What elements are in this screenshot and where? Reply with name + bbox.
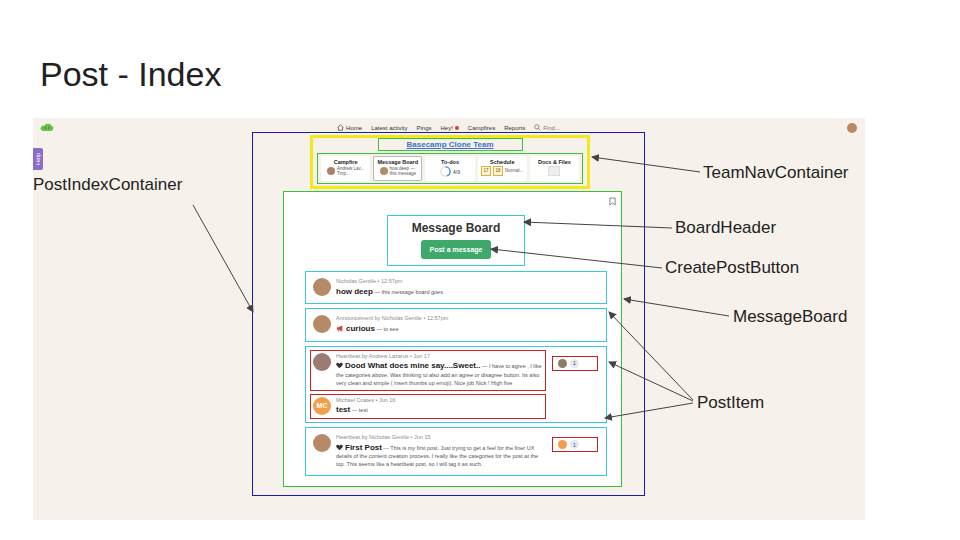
avatar: MC: [313, 397, 331, 415]
home-icon: [337, 124, 344, 131]
heart-icon: [336, 362, 343, 369]
post-item[interactable]: Nicholas Gentile • 12:57pmhow deep — thi…: [305, 271, 607, 304]
heart-icon: [336, 444, 343, 451]
nav-item[interactable]: Hey!: [441, 125, 459, 131]
nav-item[interactable]: Pings: [416, 125, 431, 131]
slide: Post - Index Home Latest activity Pings Hey!…: [0, 0, 960, 540]
nav-item[interactable]: Campfires: [468, 125, 495, 131]
avatar: [558, 359, 567, 368]
logo-icon[interactable]: [40, 122, 54, 133]
day-tile: 17: [481, 166, 491, 176]
responses-badge[interactable]: 1: [552, 356, 598, 371]
avatar: [313, 315, 331, 333]
tool-card[interactable]: CampfireAndrew Lav...Tmp...: [321, 156, 370, 181]
document-thumbnail: [548, 166, 560, 176]
avatar: [380, 167, 388, 175]
post-item[interactable]: Announcement by Nicholas Gentile • 12:57…: [305, 308, 607, 341]
arrow: [524, 222, 672, 228]
bookmark-icon[interactable]: [609, 197, 616, 206]
arrow: [491, 249, 662, 268]
team-title[interactable]: Basecamp Clone Team: [378, 138, 523, 151]
post-item[interactable]: Heartbeat by Andrew Lazarus • Jun 17Dood…: [305, 346, 607, 424]
nav-item[interactable]: Reports: [504, 125, 525, 131]
arrow: [592, 157, 700, 172]
post-index-container: Basecamp Clone Team CampfireAndrew Lav...…: [252, 132, 645, 496]
help-tab[interactable]: Help: [33, 148, 43, 170]
annotation-label: CreatePostButton: [665, 258, 799, 278]
arrow: [624, 299, 729, 316]
post-list: Nicholas Gentile • 12:57pmhow deep — thi…: [305, 271, 607, 476]
avatar: [327, 167, 335, 175]
post-item[interactable]: Heartbeat by Nicholas Gentile • Jun 15Fi…: [305, 427, 607, 476]
tool-card[interactable]: Docs & Files: [530, 156, 579, 181]
megaphone-icon: [336, 325, 344, 332]
nav-item[interactable]: Find...: [534, 124, 560, 131]
avatar: [313, 434, 331, 452]
annotation-label: PostItem: [697, 393, 764, 413]
nav-item[interactable]: Latest activity: [371, 125, 407, 131]
avatar: [313, 278, 331, 296]
day-tile: 18: [493, 166, 503, 176]
arrow: [193, 205, 253, 312]
slide-title: Post - Index: [40, 54, 221, 95]
nav-item[interactable]: Home: [337, 124, 362, 131]
team-tools: CampfireAndrew Lav...Tmp...Message Board…: [317, 153, 583, 184]
arrow: [609, 312, 693, 400]
tool-card[interactable]: Message Boardhow deep —this message: [373, 156, 422, 181]
top-nav: Home Latest activity Pings Hey! Campfires Rep…: [33, 118, 865, 132]
annotation-label: TeamNavContainer: [703, 163, 849, 183]
create-post-button[interactable]: Post a message: [421, 240, 492, 259]
message-board: Message BoardPost a message Nicholas Gent…: [283, 191, 622, 487]
board-header: Message BoardPost a message: [387, 215, 525, 266]
team-nav-container: Basecamp Clone Team CampfireAndrew Lav...…: [310, 135, 590, 189]
annotation-label: BoardHeader: [675, 218, 776, 238]
search-icon: [534, 124, 541, 131]
user-avatar[interactable]: [847, 123, 857, 133]
avatar: [313, 353, 331, 371]
annotation-arrows: [0, 0, 960, 540]
arrow: [609, 362, 693, 401]
responses-badge[interactable]: 1: [552, 437, 598, 452]
progress-ring-icon: [440, 166, 451, 177]
annotation-label: PostIndexContainer: [33, 175, 182, 195]
unread-dot: [455, 126, 459, 130]
tool-card[interactable]: Schedule1718Normal...: [478, 156, 527, 181]
annotation-label: MessageBoard: [733, 307, 847, 327]
tool-card[interactable]: To-dos4/9: [425, 156, 474, 181]
post-reply[interactable]: MCMichael Coates • Jun 16test — test: [310, 394, 546, 419]
nav-menu: Home Latest activity Pings Hey! Campfires Rep…: [337, 124, 560, 131]
avatar: [558, 440, 567, 449]
arrow: [605, 403, 693, 418]
